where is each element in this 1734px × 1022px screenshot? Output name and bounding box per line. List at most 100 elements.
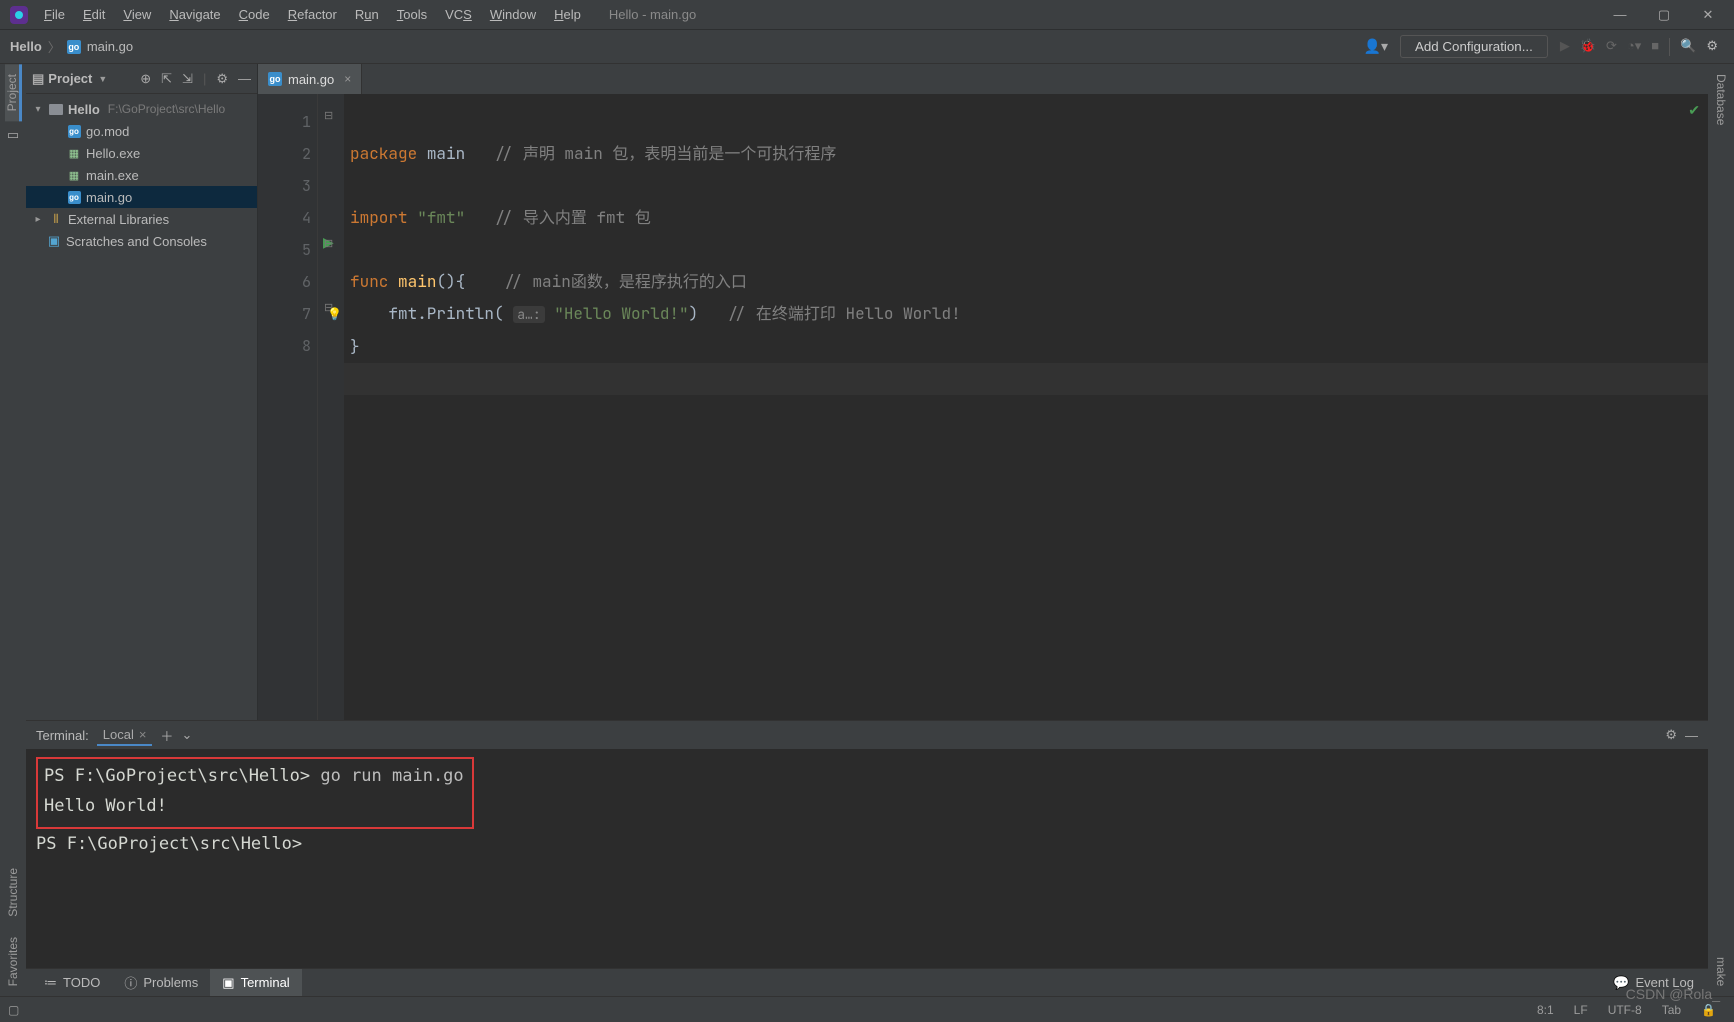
- tree-file-helloexe[interactable]: ▦ Hello.exe: [26, 142, 257, 164]
- settings-icon[interactable]: ⚙: [1706, 38, 1718, 56]
- chevron-down-icon[interactable]: ▾: [32, 104, 44, 115]
- tree-root-path: F:\GoProject\src\Hello: [108, 102, 225, 116]
- status-tool-windows-icon[interactable]: ▢: [8, 1003, 19, 1017]
- tree-root[interactable]: ▾ Hello F:\GoProject\src\Hello: [26, 98, 257, 120]
- close-icon[interactable]: ×: [344, 72, 351, 86]
- tree-scratches[interactable]: ▣ Scratches and Consoles: [26, 230, 257, 252]
- terminal-icon: ▣: [222, 975, 234, 991]
- chevron-right-icon: 〉: [48, 37, 61, 56]
- menu-code[interactable]: Code: [231, 3, 278, 26]
- menu-file[interactable]: File: [36, 3, 73, 26]
- menu-view[interactable]: View: [115, 3, 159, 26]
- menu-tools[interactable]: Tools: [389, 3, 435, 26]
- expand-icon[interactable]: ⇱: [161, 71, 172, 87]
- navigation-bar: Hello 〉 go main.go 👤▾ Add Configuration.…: [0, 30, 1734, 64]
- search-icon[interactable]: 🔍: [1680, 38, 1696, 56]
- stripe-favorites[interactable]: Favorites: [6, 927, 20, 996]
- status-indent[interactable]: Tab: [1652, 1003, 1691, 1017]
- check-icon: ✔: [1688, 102, 1700, 119]
- menu-refactor[interactable]: Refactor: [280, 3, 345, 26]
- tree-external-libraries[interactable]: ▸ ⫴ External Libraries: [26, 208, 257, 230]
- status-caret-pos[interactable]: 8:1: [1527, 1003, 1564, 1017]
- breadcrumb-file[interactable]: main.go: [87, 39, 133, 54]
- user-icon[interactable]: 👤▾: [1358, 38, 1394, 55]
- status-line-ending[interactable]: LF: [1564, 1003, 1598, 1017]
- menu-navigate[interactable]: Navigate: [161, 3, 228, 26]
- hide-icon[interactable]: —: [238, 71, 251, 87]
- collapse-icon[interactable]: ⇲: [182, 71, 193, 87]
- app-icon: [10, 6, 28, 24]
- tool-terminal[interactable]: ▣Terminal: [210, 969, 301, 996]
- breadcrumb-project[interactable]: Hello: [10, 39, 42, 54]
- tool-todo[interactable]: ≔TODO: [32, 969, 112, 996]
- folder-icon[interactable]: ▭: [7, 127, 19, 143]
- go-file-icon: go: [68, 191, 81, 204]
- divider: |: [203, 71, 206, 87]
- lock-icon[interactable]: 🔒: [1691, 1003, 1726, 1017]
- go-file-icon: go: [268, 72, 282, 86]
- window-controls: — ▢ ✕: [1610, 7, 1728, 23]
- close-icon[interactable]: ×: [139, 727, 147, 742]
- exe-icon: ▦: [66, 169, 82, 182]
- terminal-tool-window: Terminal: Local × ＋ ⌄ ⚙ — PS F:\GoProjec…: [26, 720, 1708, 996]
- chevron-down-icon: ▼: [98, 74, 107, 84]
- debug-icon[interactable]: 🐞: [1580, 38, 1596, 56]
- project-view-selector[interactable]: ▤ Project ▼: [32, 71, 107, 87]
- bulb-icon[interactable]: 💡: [327, 307, 342, 321]
- stripe-database[interactable]: Database: [1714, 64, 1728, 135]
- window-close[interactable]: ✕: [1698, 7, 1718, 23]
- gear-icon[interactable]: ⚙: [1665, 727, 1677, 743]
- param-hint: a…:: [513, 306, 544, 323]
- status-bar: ▢ 8:1 LF UTF-8 Tab 🔒: [0, 996, 1734, 1022]
- breadcrumb: Hello 〉 go main.go: [10, 37, 133, 56]
- right-tool-stripe: Database make: [1708, 64, 1734, 996]
- chevron-down-icon[interactable]: ⌄: [181, 727, 192, 743]
- bottom-tool-buttons: ≔TODO ⓘProblems ▣Terminal 💬Event Log: [26, 968, 1708, 996]
- library-icon: ⫴: [48, 212, 64, 227]
- run-icon[interactable]: ▶: [1560, 38, 1570, 56]
- window-title: Hello - main.go: [609, 7, 696, 22]
- fold-icon[interactable]: ⊟: [324, 237, 333, 250]
- new-session-icon[interactable]: ＋: [160, 726, 173, 745]
- scratch-icon: ▣: [46, 233, 62, 249]
- fold-icon[interactable]: ⊟: [324, 109, 333, 122]
- chevron-right-icon[interactable]: ▸: [32, 214, 44, 225]
- title-bar: File Edit View Navigate Code Refactor Ru…: [0, 0, 1734, 30]
- watermark: CSDN @Rola_: [1626, 986, 1720, 1002]
- window-maximize[interactable]: ▢: [1654, 7, 1674, 23]
- coverage-icon[interactable]: ⟳: [1606, 38, 1617, 56]
- menu-vcs[interactable]: VCS: [437, 3, 480, 26]
- menu-help[interactable]: Help: [546, 3, 589, 26]
- highlight-box: PS F:\GoProject\src\Hello> go run main.g…: [36, 757, 474, 829]
- left-tool-stripe: Project ▭ Structure Favorites: [0, 64, 26, 996]
- gear-icon[interactable]: ⚙: [216, 71, 228, 87]
- menu-run[interactable]: Run: [347, 3, 387, 26]
- status-encoding[interactable]: UTF-8: [1598, 1003, 1652, 1017]
- profile-icon[interactable]: ◔▾: [1627, 38, 1641, 56]
- go-file-icon: go: [67, 40, 81, 54]
- editor-tabs: go main.go ×: [258, 64, 1708, 94]
- tree-file-mainexe[interactable]: ▦ main.exe: [26, 164, 257, 186]
- target-icon[interactable]: ⊕: [140, 71, 151, 87]
- stripe-structure[interactable]: Structure: [6, 858, 20, 927]
- tool-problems[interactable]: ⓘProblems: [112, 969, 210, 996]
- terminal-tab-local[interactable]: Local ×: [97, 725, 153, 746]
- stop-icon[interactable]: ■: [1651, 38, 1659, 56]
- go-file-icon: go: [68, 125, 81, 138]
- stripe-project[interactable]: Project: [5, 64, 22, 121]
- menu-window[interactable]: Window: [482, 3, 544, 26]
- tree-file-maingo[interactable]: go main.go: [26, 186, 257, 208]
- folder-icon: [49, 104, 63, 115]
- menu-bar: File Edit View Navigate Code Refactor Ru…: [36, 3, 589, 26]
- terminal-output[interactable]: PS F:\GoProject\src\Hello> go run main.g…: [26, 749, 1708, 968]
- tree-file-gomod[interactable]: go go.mod: [26, 120, 257, 142]
- exe-icon: ▦: [66, 147, 82, 160]
- problems-icon: ⓘ: [124, 973, 137, 992]
- run-toolbar: ▶ 🐞 ⟳ ◔▾ ■ 🔍 ⚙: [1554, 38, 1724, 56]
- menu-edit[interactable]: Edit: [75, 3, 113, 26]
- window-minimize[interactable]: —: [1610, 7, 1630, 23]
- editor-tab-maingo[interactable]: go main.go ×: [258, 64, 362, 94]
- hide-icon[interactable]: —: [1685, 728, 1698, 743]
- terminal-title: Terminal:: [36, 728, 89, 743]
- add-configuration-button[interactable]: Add Configuration...: [1400, 35, 1548, 58]
